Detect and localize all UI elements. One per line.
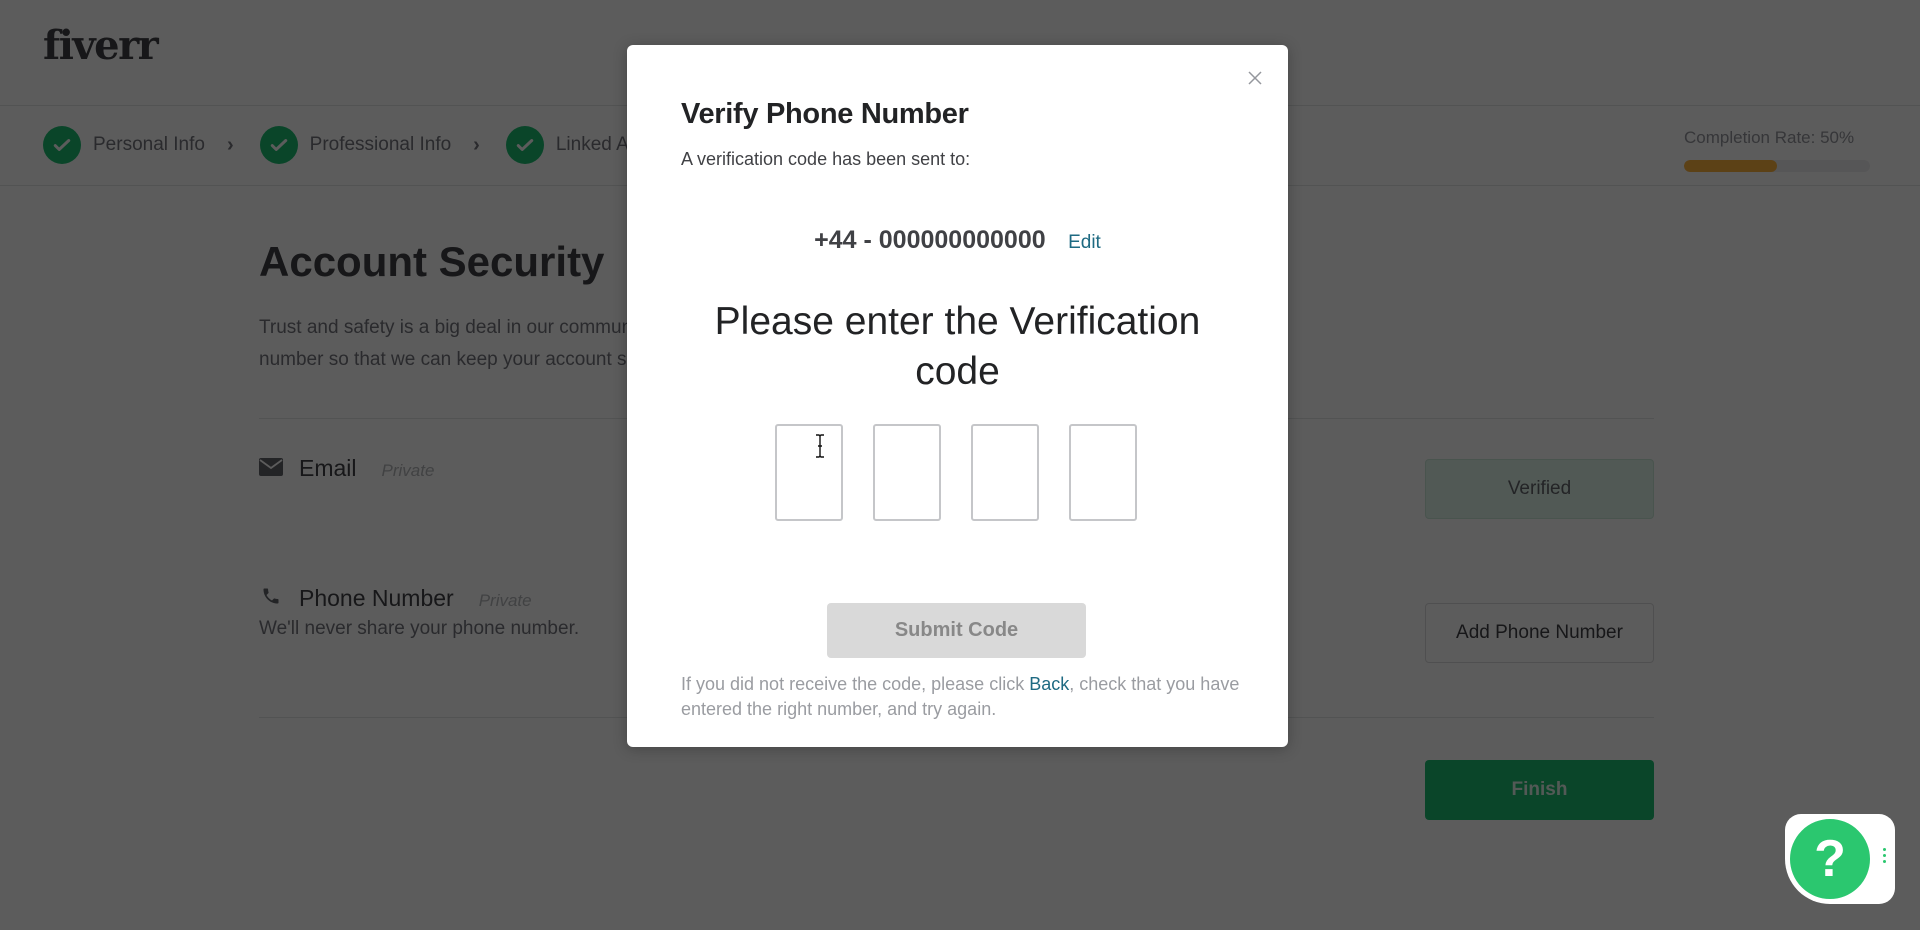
resend-instructions: If you did not receive the code, please …	[681, 672, 1251, 722]
more-options-icon[interactable]	[1883, 848, 1886, 863]
modal-title: Verify Phone Number	[681, 98, 969, 130]
help-widget[interactable]: ?	[1785, 814, 1895, 904]
verification-prompt: Please enter the Verification code	[714, 300, 1201, 393]
code-digit-2[interactable]	[873, 424, 941, 521]
back-link[interactable]: Back	[1029, 674, 1069, 694]
text-cursor-icon	[816, 434, 824, 458]
code-digit-3[interactable]	[971, 424, 1039, 521]
submit-code-button[interactable]: Submit Code	[827, 603, 1086, 658]
help-question-icon[interactable]: ?	[1787, 816, 1873, 902]
close-icon[interactable]	[1244, 67, 1266, 89]
verify-phone-modal: Verify Phone Number A verification code …	[627, 45, 1288, 747]
verification-code-inputs	[775, 424, 1167, 521]
phone-line: +44 - 000000000000 Edit	[627, 226, 1288, 255]
code-digit-1[interactable]	[775, 424, 843, 521]
footer-text-prefix: If you did not receive the code, please …	[681, 674, 1030, 694]
code-digit-4[interactable]	[1069, 424, 1137, 521]
phone-number-value: +44 - 000000000000	[814, 226, 1046, 254]
edit-phone-link[interactable]: Edit	[1068, 232, 1101, 253]
modal-subtitle: A verification code has been sent to:	[681, 149, 971, 169]
